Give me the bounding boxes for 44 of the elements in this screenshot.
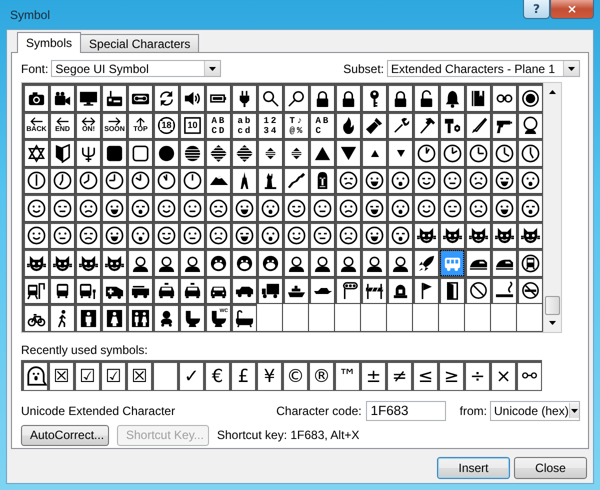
recent-symbol[interactable]: ☒ [48, 360, 74, 390]
subset-dropdown[interactable]: Extended Characters - Plane 1 [387, 60, 580, 77]
symbol-cell[interactable]: 1234 [257, 112, 283, 139]
recent-symbol[interactable]: £ [230, 360, 256, 390]
tab[interactable]: Symbols [17, 32, 82, 53]
recent-symbol[interactable]: ± [360, 360, 386, 390]
dialog-button[interactable]: Close [514, 457, 587, 479]
recent-symbol[interactable]: ≠ [386, 360, 412, 390]
from-dropdown[interactable]: Unicode (hex) [490, 400, 580, 420]
recent-symbol[interactable]: ✓ [178, 360, 204, 390]
recent-symbol[interactable]: ⚯ [516, 360, 542, 390]
character-description: Unicode Extended Character [21, 404, 176, 418]
recent-symbol[interactable]: × [490, 360, 516, 390]
recent-symbol[interactable]: ÷ [464, 360, 490, 390]
recent-symbol[interactable]: ™ [334, 360, 360, 390]
recent-label: Recently used symbols: [21, 342, 149, 356]
font-dropdown[interactable]: Segoe UI Symbol [51, 60, 222, 77]
symbol-cell[interactable]: 10 [179, 112, 205, 139]
autocorrect-button[interactable]: AutoCorrect... [21, 424, 109, 446]
shortcut-key-text: Shortcut key: 1F683, Alt+X [217, 428, 360, 442]
character-code-field[interactable]: 1F683 [366, 400, 446, 420]
symbol-cell[interactable]: T♪@% [283, 112, 309, 139]
help-button[interactable]: ? [523, 0, 550, 19]
tab[interactable]: Special Characters [80, 34, 200, 52]
recent-symbol[interactable]: ☒ [126, 360, 152, 390]
symbol-cell[interactable]: ABCD [205, 112, 231, 139]
recent-symbol[interactable]: ≥ [438, 360, 464, 390]
recent-symbol[interactable]: ® [308, 360, 334, 390]
recent-symbol[interactable]: € [204, 360, 230, 390]
recent-symbol[interactable]: ☑ [74, 360, 100, 390]
recent-symbol[interactable]: © [282, 360, 308, 390]
character-code-label: Character code: [276, 404, 362, 418]
symbol-cell[interactable]: abcd [231, 112, 257, 139]
close-button[interactable]: × [550, 0, 594, 19]
recent-symbol[interactable]: ¥ [256, 360, 282, 390]
from-label: from: [460, 404, 487, 418]
subset-label: Subset: [343, 62, 384, 76]
symbol-cell[interactable]: ABC [309, 112, 335, 139]
recent-symbol[interactable]: ☑ [100, 360, 126, 390]
window-title: Symbol [10, 8, 52, 22]
recent-symbol[interactable]: ≤ [412, 360, 438, 390]
dialog-button[interactable]: Insert [437, 457, 510, 479]
font-label: Font: [21, 62, 48, 76]
symbol-cell[interactable]: 18 [153, 112, 179, 139]
